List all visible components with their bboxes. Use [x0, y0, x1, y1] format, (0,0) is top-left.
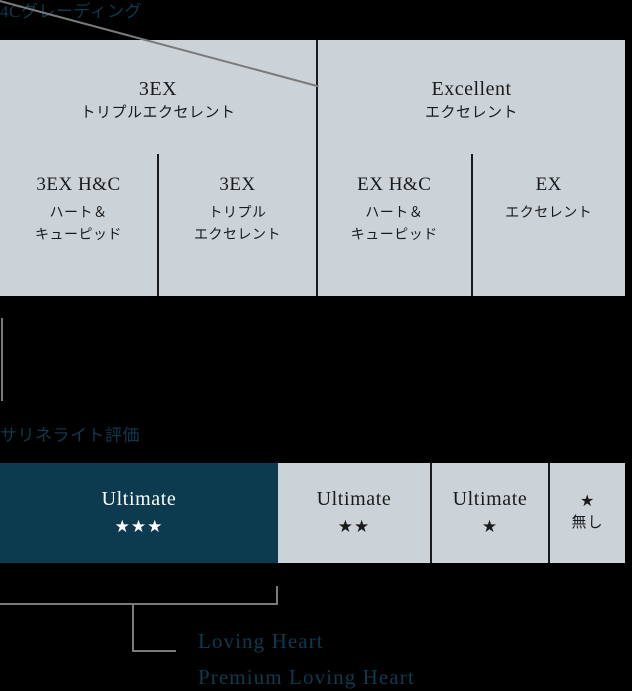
- sarine-rating-cell-ultimate-1[interactable]: Ultimate ★: [430, 463, 548, 563]
- sarine-rating-label: Ultimate: [101, 488, 177, 511]
- sarine-rating-label: Ultimate: [316, 488, 392, 511]
- grading-table: 3EX トリプルエクセレント 3EX H&C ハート＆ キューピッド 3EX ト…: [0, 40, 625, 296]
- sarine-rating-cell-none[interactable]: ★ 無し: [548, 463, 625, 563]
- bracket-line-horizontal-top: [0, 603, 278, 605]
- bracket-line-horizontal-bottom: [132, 650, 176, 652]
- grade-group-excellent-header: Excellent エクセレント: [318, 40, 625, 154]
- grade-cell-3ex-hc-jp-line2: キューピッド: [35, 228, 122, 244]
- grade-cell-3ex[interactable]: 3EX トリプル エクセレント: [157, 154, 316, 296]
- grade-group-3ex-en: 3EX: [138, 78, 178, 100]
- sarine-rating-row: Ultimate ★★★ Ultimate ★★ Ultimate ★ ★ 無し: [0, 463, 625, 563]
- grade-group-3ex: 3EX トリプルエクセレント 3EX H&C ハート＆ キューピッド 3EX ト…: [0, 40, 316, 296]
- sarine-rating-cell-ultimate-3[interactable]: Ultimate ★★★: [0, 463, 278, 563]
- sarine-rating-cell-ultimate-2[interactable]: Ultimate ★★: [278, 463, 430, 563]
- bracket-line-tick-right: [276, 586, 278, 605]
- grade-group-excellent-en: Excellent: [431, 78, 512, 100]
- sarine-section-heading: サリネライト評価: [0, 426, 140, 445]
- grade-cell-3ex-hc-en: 3EX H&C: [36, 174, 121, 195]
- grade-cell-3ex-hc-jp-line1: ハート＆: [49, 205, 108, 221]
- grade-group-excellent-jp: エクセレント: [424, 105, 518, 121]
- grade-group-excellent: Excellent エクセレント EX H&C ハート＆ キューピッド EX エ…: [316, 40, 625, 296]
- grade-group-3ex-jp: トリプルエクセレント: [80, 105, 236, 121]
- product-label-premium-loving-heart[interactable]: Premium Loving Heart: [198, 665, 415, 690]
- grade-cell-ex-hc-jp-line2: キューピッド: [350, 228, 438, 244]
- grade-cell-ex-hc-en: EX H&C: [357, 174, 432, 195]
- grade-group-3ex-subcells: 3EX H&C ハート＆ キューピッド 3EX トリプル エクセレント: [0, 154, 316, 296]
- product-label-loving-heart[interactable]: Loving Heart: [198, 629, 324, 654]
- sarine-rating-label: Ultimate: [452, 488, 528, 511]
- sarine-rating-stars: ★★: [337, 517, 371, 537]
- grade-cell-3ex-hc[interactable]: 3EX H&C ハート＆ キューピッド: [0, 154, 157, 296]
- grade-cell-ex-hc-jp-line1: ハート＆: [365, 205, 424, 221]
- connector-line-left-vertical: [1, 318, 3, 401]
- grade-cell-ex-hc[interactable]: EX H&C ハート＆ キューピッド: [318, 154, 471, 296]
- grade-group-3ex-header: 3EX トリプルエクセレント: [0, 40, 316, 154]
- grade-cell-3ex-en: 3EX: [219, 174, 256, 195]
- grade-cell-3ex-jp-line2: エクセレント: [194, 228, 281, 244]
- grade-cell-ex[interactable]: EX エクセレント: [470, 154, 626, 296]
- grade-cell-ex-en: EX: [535, 174, 562, 195]
- bracket-line-vertical-drop: [132, 604, 134, 652]
- sarine-rating-label: ★: [580, 492, 595, 510]
- grade-cell-3ex-jp-line1: トリプル: [208, 205, 267, 221]
- sarine-rating-stars: 無し: [571, 515, 604, 532]
- sarine-rating-stars: ★: [481, 517, 499, 537]
- grade-cell-ex-jp-line1: エクセレント: [505, 205, 593, 221]
- grade-group-excellent-subcells: EX H&C ハート＆ キューピッド EX エクセレント: [318, 154, 625, 296]
- sarine-rating-stars: ★★★: [114, 517, 164, 537]
